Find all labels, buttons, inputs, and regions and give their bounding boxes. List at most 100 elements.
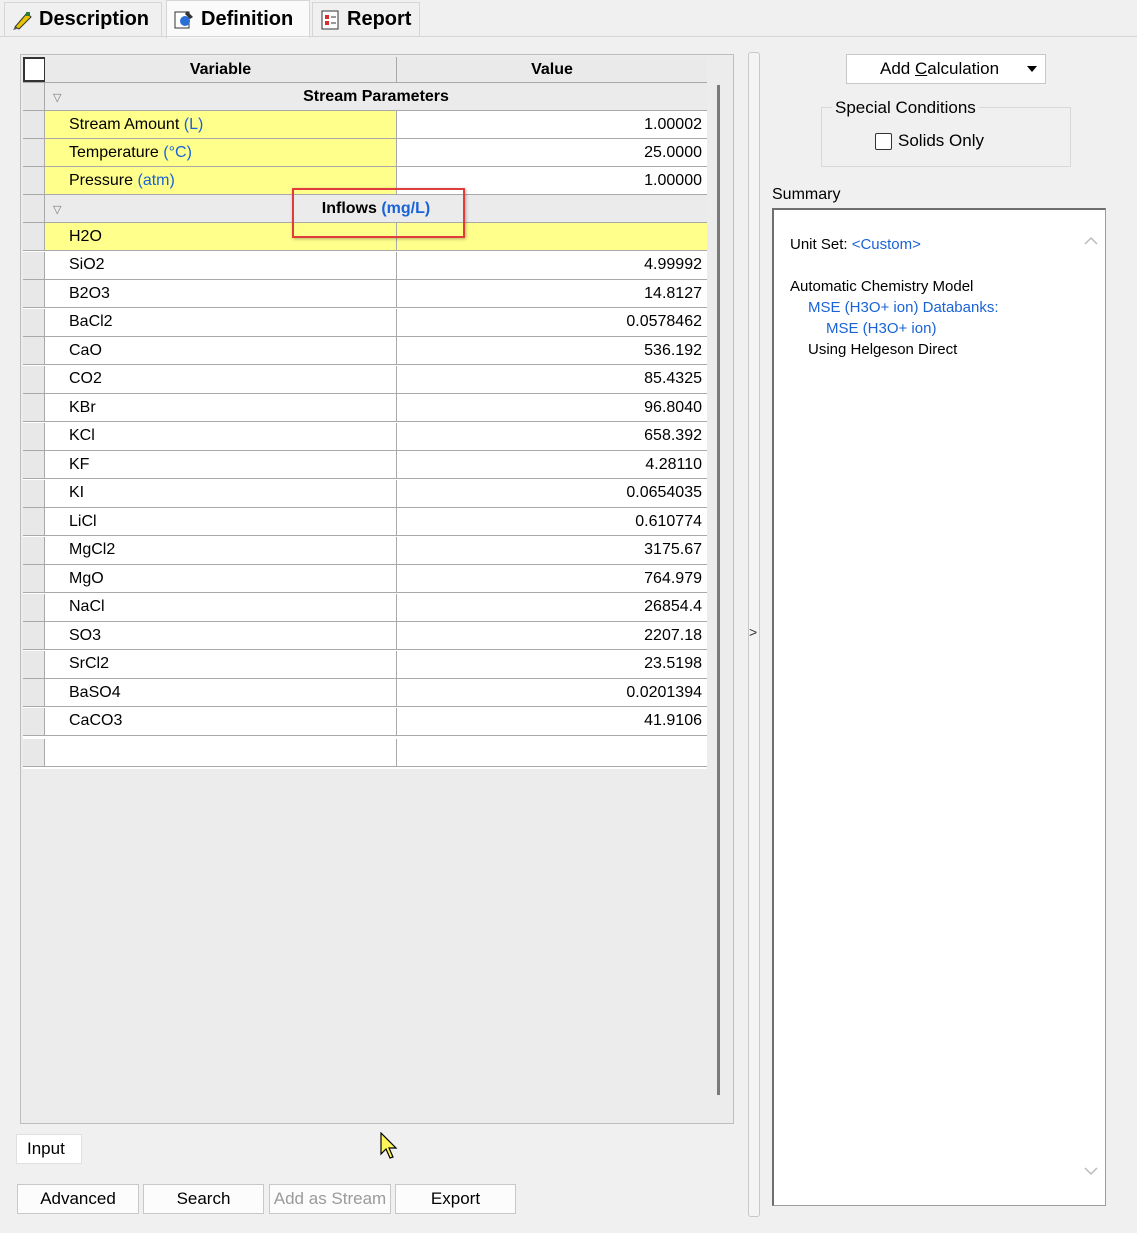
checkbox-box[interactable] (875, 132, 892, 150)
databank-sub[interactable]: MSE (H3O+ ion) (826, 320, 936, 337)
table-row[interactable]: MgCl2 3175.67 (23, 536, 707, 565)
value-cell[interactable]: 96.8040 (397, 394, 707, 421)
export-button[interactable]: Export (395, 1184, 516, 1214)
table-row[interactable]: B2O3 14.8127 (23, 280, 707, 308)
table-row[interactable]: KCl 658.392 (23, 422, 707, 451)
col-header-variable[interactable]: Variable (45, 57, 397, 82)
table-row[interactable]: MgO 764.979 (23, 565, 707, 593)
table-row-empty[interactable] (23, 739, 707, 767)
table-row[interactable]: Temperature (°C) 25.0000 (23, 139, 707, 167)
variable-cell[interactable]: MgO (45, 565, 397, 592)
table-row[interactable]: NaCl 26854.4 (23, 593, 707, 622)
solids-only-checkbox[interactable]: Solids Only (875, 131, 984, 151)
row-header[interactable] (23, 622, 45, 649)
col-header-value[interactable]: Value (397, 57, 707, 82)
variable-cell[interactable]: SiO2 (45, 251, 397, 279)
row-header[interactable] (23, 479, 45, 507)
row-header[interactable] (23, 650, 45, 678)
value-cell[interactable]: 14.8127 (397, 280, 707, 307)
row-header[interactable] (23, 280, 45, 307)
tab-definition[interactable]: Definition (166, 0, 310, 38)
table-row[interactable]: KI 0.0654035 (23, 479, 707, 508)
grid-corner[interactable] (23, 57, 45, 82)
expand-chevron-icon[interactable]: > (749, 624, 759, 640)
variable-cell[interactable]: KCl (45, 422, 397, 450)
value-cell[interactable]: 536.192 (397, 337, 707, 364)
table-row[interactable]: SrCl2 23.5198 (23, 650, 707, 679)
value-cell[interactable]: 4.99992 (397, 252, 707, 279)
value-cell[interactable]: 23.5198 (397, 651, 707, 678)
value-cell[interactable]: 26854.4 (397, 594, 707, 621)
value-cell[interactable]: 1.00002 (397, 111, 707, 138)
value-cell[interactable]: 25.0000 (397, 139, 707, 166)
value-cell[interactable]: 4.28110 (397, 451, 707, 478)
tab-input[interactable]: Input (16, 1134, 82, 1164)
variable-cell[interactable]: KF (45, 451, 397, 478)
row-header[interactable] (23, 223, 45, 250)
variable-cell[interactable]: KI (45, 479, 397, 507)
add-as-stream-button[interactable]: Add as Stream (269, 1184, 391, 1214)
row-header[interactable] (23, 707, 45, 735)
value-cell[interactable]: 658.392 (397, 423, 707, 450)
table-row[interactable]: BaCl2 0.0578462 (23, 308, 707, 337)
variable-cell[interactable]: LiCl (45, 508, 397, 535)
value-cell[interactable]: 2207.18 (397, 622, 707, 649)
value-cell[interactable]: 0.610774 (397, 508, 707, 535)
variable-cell[interactable]: BaSO4 (45, 679, 397, 706)
value-cell[interactable]: 0.0578462 (397, 309, 707, 336)
table-row[interactable]: SO3 2207.18 (23, 622, 707, 650)
add-calculation-dropdown[interactable]: Add Calculation (846, 54, 1046, 84)
variable-cell[interactable]: SrCl2 (45, 650, 397, 678)
row-header[interactable] (23, 679, 45, 706)
table-row[interactable]: KBr 96.8040 (23, 394, 707, 422)
variable-cell[interactable]: CO2 (45, 365, 397, 393)
table-row[interactable]: CaCO3 41.9106 (23, 707, 707, 736)
scroll-down-icon[interactable] (1082, 1162, 1100, 1180)
table-row[interactable]: KF 4.28110 (23, 451, 707, 479)
vertical-scrollbar[interactable] (717, 85, 720, 1095)
search-button[interactable]: Search (143, 1184, 264, 1214)
value-cell[interactable]: 0.0654035 (397, 480, 707, 507)
advanced-button[interactable]: Advanced (17, 1184, 139, 1214)
tab-description[interactable]: Description (4, 2, 162, 36)
table-row[interactable]: LiCl 0.610774 (23, 508, 707, 536)
row-header[interactable] (23, 308, 45, 336)
row-header[interactable] (23, 365, 45, 393)
section-stream-parameters[interactable]: ▽ Stream Parameters (23, 83, 707, 111)
table-row[interactable]: SiO2 4.99992 (23, 251, 707, 280)
table-row[interactable]: Stream Amount (L) 1.00002 (23, 111, 707, 139)
databank-link[interactable]: MSE (H3O+ ion) Databanks: (808, 299, 999, 316)
variable-cell[interactable]: CaO (45, 337, 397, 364)
value-cell[interactable]: 3175.67 (397, 537, 707, 564)
row-header[interactable] (23, 593, 45, 621)
value-cell[interactable]: 764.979 (397, 565, 707, 592)
row-header[interactable] (23, 451, 45, 478)
variable-cell[interactable]: MgCl2 (45, 536, 397, 564)
row-header[interactable] (23, 422, 45, 450)
variable-cell[interactable]: BaCl2 (45, 308, 397, 336)
row-header[interactable] (23, 394, 45, 421)
scroll-up-icon[interactable] (1082, 232, 1100, 250)
row-header[interactable] (23, 337, 45, 364)
variable-cell[interactable]: B2O3 (45, 280, 397, 307)
variable-cell[interactable]: Stream Amount (L) (45, 111, 397, 138)
variable-cell[interactable]: SO3 (45, 622, 397, 649)
table-row[interactable]: CaO 536.192 (23, 337, 707, 365)
value-cell[interactable]: 85.4325 (397, 366, 707, 393)
row-header[interactable] (23, 536, 45, 564)
value-cell[interactable]: 0.0201394 (397, 679, 707, 706)
tab-report[interactable]: Report (312, 2, 420, 36)
variable-cell[interactable]: NaCl (45, 593, 397, 621)
table-row[interactable]: CO2 85.4325 (23, 365, 707, 394)
variable-cell[interactable]: KBr (45, 394, 397, 421)
unit-set-link[interactable]: <Custom> (852, 236, 921, 253)
row-header[interactable] (23, 251, 45, 279)
variable-cell[interactable]: Temperature (°C) (45, 139, 397, 166)
value-cell[interactable]: 41.9106 (397, 708, 707, 735)
row-header[interactable] (23, 565, 45, 592)
solids-only-label: Solids Only (898, 131, 984, 150)
section-title: Stream Parameters (303, 87, 449, 105)
row-header[interactable] (23, 508, 45, 535)
variable-cell[interactable]: CaCO3 (45, 707, 397, 735)
table-row[interactable]: BaSO4 0.0201394 (23, 679, 707, 707)
